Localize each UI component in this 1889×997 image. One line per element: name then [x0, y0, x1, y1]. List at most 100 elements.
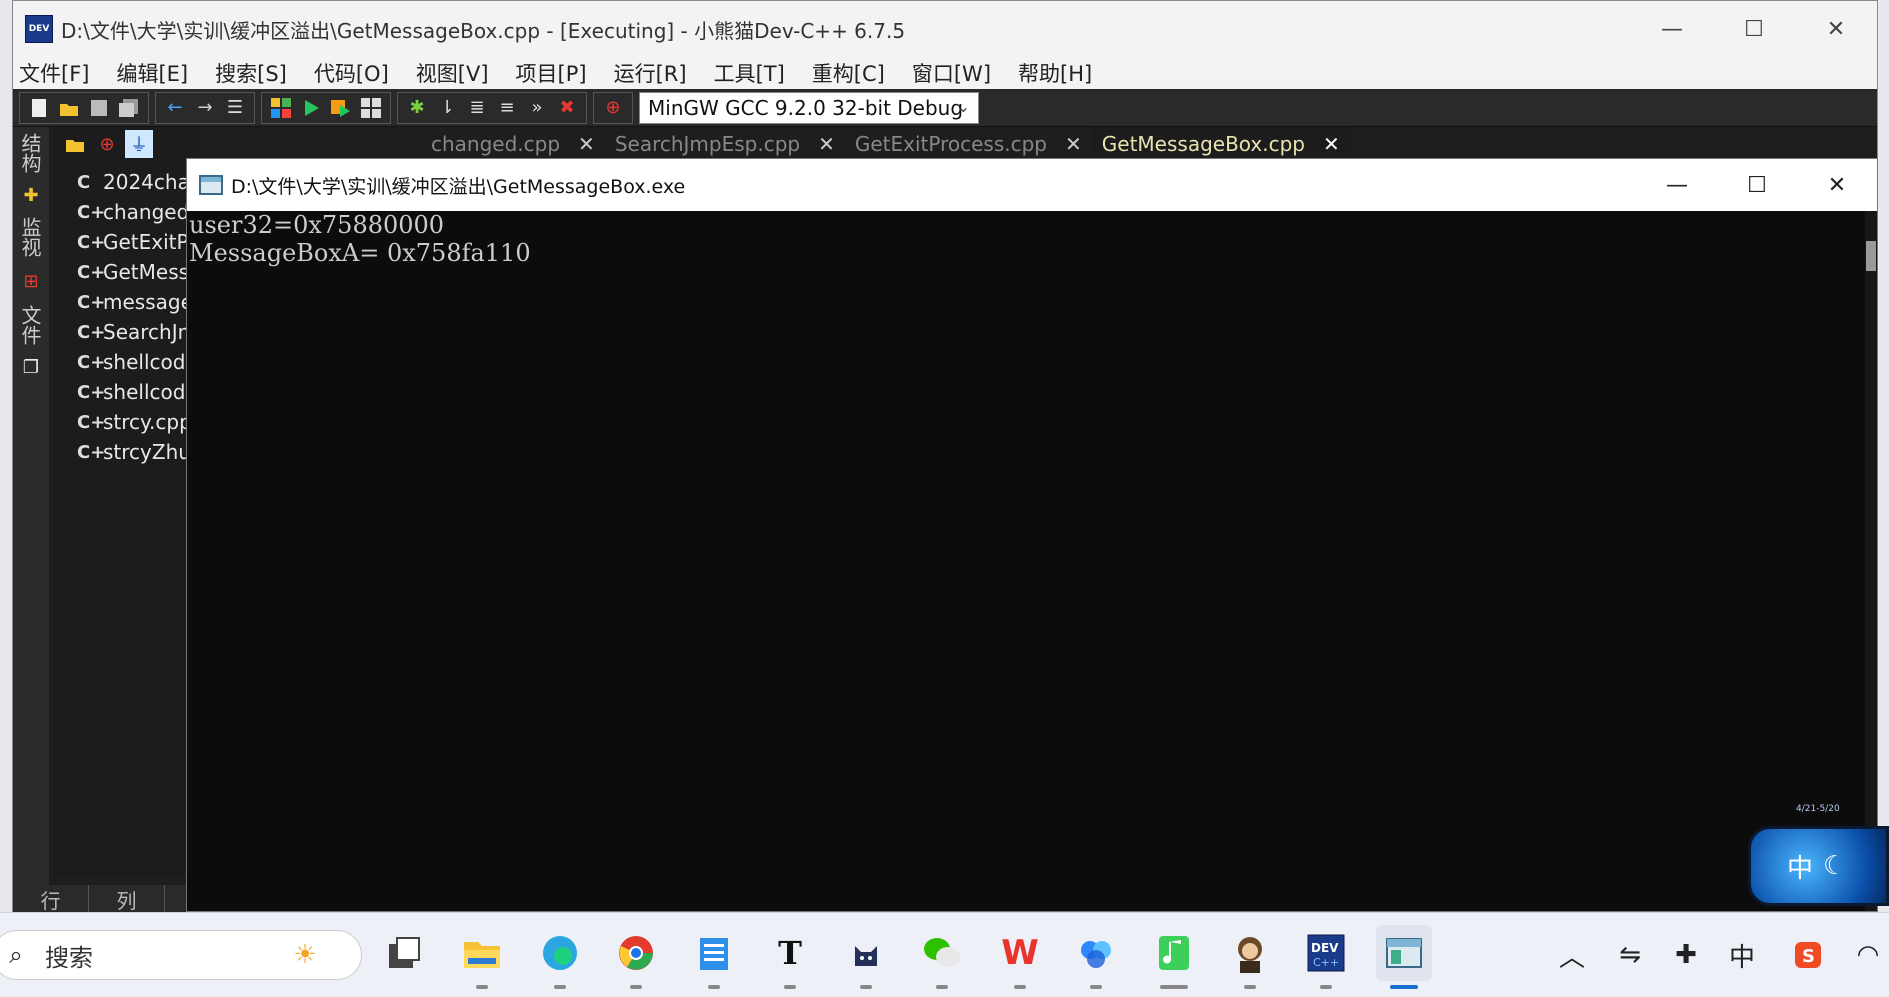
ime-language-label: 中	[1787, 853, 1814, 884]
console-close-button[interactable]: ✕	[1797, 159, 1877, 211]
menu-edit[interactable]: 编辑[E]	[116, 58, 188, 88]
console-scrollbar[interactable]	[1865, 211, 1877, 911]
maximize-button[interactable]: ☐	[1713, 1, 1795, 57]
file-list-item[interactable]: C+ strcy.cpp	[53, 407, 199, 437]
cat-app-icon[interactable]	[838, 925, 894, 989]
console-taskbar-icon[interactable]	[1376, 925, 1432, 989]
filter-icon[interactable]: ⏚	[125, 130, 153, 158]
left-vertical-tabs: 结构 ✚ 监视 ⊞ 文件 ❐	[13, 127, 49, 913]
save-all-icon[interactable]	[116, 95, 142, 121]
compiler-select[interactable]: MinGW GCC 9.2.0 32-bit Debug ⌄	[639, 91, 979, 124]
rebuild-icon[interactable]	[358, 95, 384, 121]
tab-structure[interactable]: 结构	[17, 133, 45, 173]
file-list-item[interactable]: C+ messageB	[53, 287, 199, 317]
tab-getexitprocess-cpp[interactable]: GetExitProcess.cpp ✕	[845, 127, 1092, 161]
ime-zh-icon[interactable]: 中	[1726, 937, 1758, 973]
console-output[interactable]: user32=0x75880000 MessageBoxA= 0x758fa11…	[187, 211, 1867, 911]
console-maximize-button[interactable]: ☐	[1717, 159, 1797, 211]
menu-refactor[interactable]: 重构[C]	[812, 58, 885, 88]
watch-icon[interactable]: ⊞	[19, 269, 43, 293]
close-tab-icon[interactable]: ✕	[578, 132, 595, 156]
file-list-item[interactable]: C+ SearchJm	[53, 317, 199, 347]
wps-office-icon[interactable]: W	[992, 925, 1048, 989]
search-icon: ⌕	[9, 941, 23, 969]
add-watch-icon[interactable]: ✚	[19, 183, 43, 207]
settings-sliders-icon[interactable]: ⇋	[1614, 937, 1646, 973]
notepad-icon[interactable]	[686, 925, 742, 989]
svg-text:S: S	[1802, 946, 1815, 967]
compile-icon[interactable]	[268, 95, 294, 121]
menu-run[interactable]: 运行[R]	[614, 58, 687, 88]
menu-view[interactable]: 视图[V]	[416, 58, 489, 88]
step-into-icon[interactable]: ≣	[464, 95, 490, 121]
close-tab-icon[interactable]: ✕	[818, 132, 835, 156]
show-hidden-icons-chevron-icon[interactable]: ︿	[1556, 937, 1588, 973]
console-minimize-button[interactable]: —	[1637, 159, 1717, 211]
minimize-button[interactable]: —	[1631, 1, 1713, 57]
baidu-netdisk-icon[interactable]	[1068, 925, 1124, 989]
close-button[interactable]: ✕	[1795, 1, 1877, 57]
menu-code[interactable]: 代码[O]	[314, 58, 389, 88]
save-icon[interactable]	[86, 95, 112, 121]
menu-file[interactable]: 文件[F]	[19, 58, 89, 88]
locate-target-icon[interactable]: ⊕	[93, 130, 121, 158]
close-tab-icon[interactable]: ✕	[1065, 132, 1082, 156]
devcpp-taskbar-icon[interactable]: DEV C++	[1298, 925, 1354, 989]
tab-changed-cpp[interactable]: changed.cpp ✕	[421, 127, 605, 161]
forward-arrow-icon[interactable]: →	[192, 95, 218, 121]
edge-browser-icon[interactable]	[532, 925, 588, 989]
wifi-icon[interactable]: ◠	[1852, 937, 1884, 973]
taskbar-search[interactable]: ⌕ 搜索 ☀	[0, 930, 362, 980]
file-explorer-icon[interactable]	[454, 925, 510, 989]
cpp-file-icon: C+	[77, 231, 106, 253]
tab-watch[interactable]: 监视	[17, 217, 45, 257]
file-list-item[interactable]: C+ GetExitPr	[53, 227, 199, 257]
title-bar[interactable]: DEV D:\文件\大学\实训\缓冲区溢出\GetMessageBox.cpp …	[13, 1, 1877, 57]
ime-floating-widget[interactable]: 中 ☾	[1748, 826, 1889, 906]
file-list-item[interactable]: C+ shellcode	[53, 347, 199, 377]
open-folder-icon[interactable]	[56, 95, 82, 121]
step-out-icon[interactable]: ≡	[494, 95, 520, 121]
file-list-item[interactable]: C 2024char	[53, 167, 199, 197]
menu-search[interactable]: 搜索[S]	[215, 58, 287, 88]
close-tab-icon[interactable]: ✕	[1323, 132, 1340, 156]
continue-icon[interactable]: »	[524, 95, 550, 121]
wechat-icon[interactable]	[914, 925, 970, 989]
menu-window[interactable]: 窗口[W]	[912, 58, 991, 88]
stop-debug-icon[interactable]: ✖	[554, 95, 580, 121]
sogou-input-icon[interactable]: S	[1792, 937, 1824, 973]
compile-run-icon[interactable]	[328, 95, 354, 121]
menu-help[interactable]: 帮助[H]	[1018, 58, 1092, 88]
run-icon[interactable]	[298, 95, 324, 121]
devcpp-logo-icon: DEV	[25, 15, 53, 43]
tab-files[interactable]: 文件	[17, 305, 45, 345]
chrome-browser-icon[interactable]	[608, 925, 664, 989]
format-code-icon[interactable]: ☰	[222, 95, 248, 121]
debug-bug-icon[interactable]: ✱	[404, 95, 430, 121]
scrollbar-thumb[interactable]	[1866, 241, 1876, 271]
profiler-icon[interactable]: ⊕	[600, 95, 626, 121]
cpp-file-icon: C+	[77, 321, 106, 343]
file-list-item[interactable]: C+ GetMess	[53, 257, 199, 287]
typora-icon[interactable]: T	[762, 925, 818, 989]
music-player-icon[interactable]	[1146, 925, 1202, 989]
security-shield-icon[interactable]: ✚	[1670, 937, 1702, 973]
console-title-bar[interactable]: D:\文件\大学\实训\缓冲区溢出\GetMessageBox.exe — ☐ …	[187, 159, 1877, 211]
tab-searchjmpesp-cpp[interactable]: SearchJmpEsp.cpp ✕	[605, 127, 845, 161]
tab-getmessagebox-cpp[interactable]: GetMessageBox.cpp ✕	[1091, 127, 1350, 161]
file-name: shellcode	[103, 350, 198, 374]
copy-icon[interactable]: ❐	[19, 355, 43, 379]
task-view-icon[interactable]	[376, 925, 432, 981]
back-arrow-icon[interactable]: ←	[162, 95, 188, 121]
portrait-app-icon[interactable]	[1222, 925, 1278, 989]
menu-tools[interactable]: 工具[T]	[714, 58, 785, 88]
console-line: MessageBoxA= 0x758fa110	[189, 239, 531, 267]
open-folder-icon[interactable]	[61, 130, 89, 158]
file-list-item[interactable]: C+ strcyZhus	[53, 437, 199, 467]
menu-project[interactable]: 项目[P]	[516, 58, 587, 88]
new-file-icon[interactable]	[26, 95, 52, 121]
cpp-file-icon: C+	[77, 441, 106, 463]
file-list-item[interactable]: C+ shellcode	[53, 377, 199, 407]
file-list-item[interactable]: C+ changed.	[53, 197, 199, 227]
step-over-icon[interactable]: ⇂	[434, 95, 460, 121]
